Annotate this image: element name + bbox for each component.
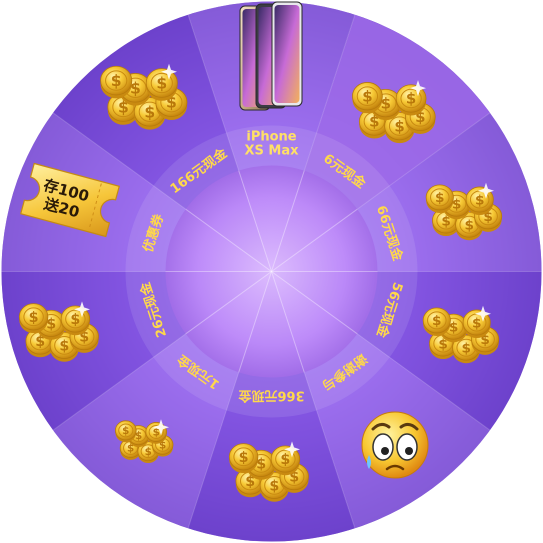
prize-label-text: 366元现金	[237, 388, 304, 404]
svg-text:$: $	[472, 315, 482, 331]
prize-label-text-2: XS Max	[244, 144, 299, 159]
gold-coin-icon: $	[145, 68, 178, 101]
svg-text:$: $	[461, 340, 471, 356]
gold-coin-icon: $	[425, 184, 454, 213]
prize-wheel[interactable]: $ $$$ $$$ $$$ $$$ $$$ $$$ $$$ $$$ $$$ $$$ $$$ $$存100…	[0, 0, 543, 543]
svg-text:$: $	[464, 217, 474, 233]
svg-text:$: $	[29, 310, 39, 326]
svg-text:$: $	[432, 313, 442, 329]
phone-screen	[274, 5, 300, 103]
svg-text:$: $	[475, 192, 485, 208]
svg-text:$: $	[269, 478, 279, 494]
svg-text:$: $	[435, 190, 445, 206]
svg-text:$: $	[144, 103, 155, 121]
svg-text:$: $	[394, 117, 404, 135]
svg-text:$: $	[156, 74, 167, 92]
prize-label-0: iPhoneXS Max	[244, 130, 299, 159]
prize-label-5: 366元现金	[237, 388, 304, 404]
svg-text:$: $	[280, 452, 290, 468]
svg-text:$: $	[406, 90, 416, 108]
svg-text:$: $	[70, 312, 80, 328]
gold-coin-icon: $	[228, 443, 259, 474]
svg-text:$: $	[239, 450, 249, 466]
prize-label-text: iPhone	[246, 130, 296, 145]
iphone-xs-max-image	[239, 1, 303, 111]
svg-text:$: $	[362, 87, 372, 105]
svg-text:$: $	[59, 338, 69, 354]
gold-coin-icon: $	[100, 65, 133, 99]
svg-text:$: $	[111, 72, 122, 90]
svg-text:$: $	[122, 425, 129, 437]
svg-text:$: $	[145, 446, 152, 458]
gold-coin-icon: $	[352, 82, 383, 114]
crying-face-icon	[361, 411, 429, 479]
gold-coin-icon: $	[422, 307, 451, 336]
gold-coin-icon: $	[18, 303, 49, 334]
gold-coin-icon: $	[115, 420, 137, 443]
